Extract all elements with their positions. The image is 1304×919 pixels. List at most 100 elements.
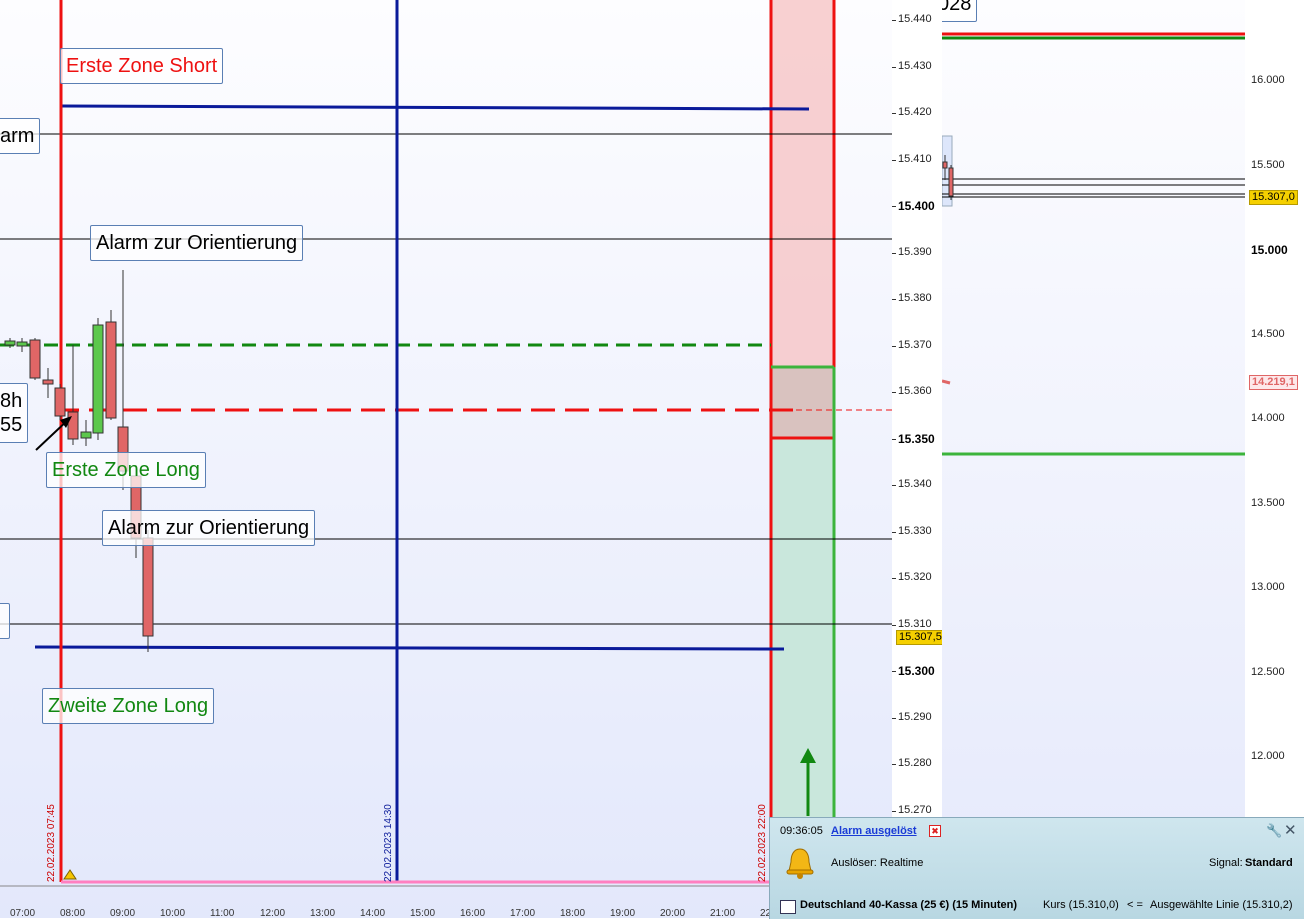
price-axis-tick-mark [892, 717, 896, 719]
secondary-axis-tick: 14.500 [1251, 327, 1285, 340]
popup-time: 09:36:05 [780, 825, 823, 837]
candle [105, 321, 117, 419]
popup-selected-line: Ausgewählte Linie (15.310,2) [1150, 899, 1293, 911]
candle [29, 339, 41, 379]
time-axis-tick: 09:00 [110, 908, 136, 918]
label-partial-55: 55 [0, 414, 23, 436]
popup-operator: < = [1127, 899, 1143, 911]
price-axis-tick: 15.340 [898, 478, 932, 490]
price-axis-tick: 15.280 [898, 757, 932, 769]
time-axis-tick: 20:00 [660, 908, 686, 918]
price-axis-tick: 15.390 [898, 245, 932, 258]
vertical-label-1430: 22.02.2023 14:30 [383, 804, 394, 882]
price-axis-tick-mark [892, 810, 896, 812]
price-axis-secondary[interactable]: 16.000 15.500 15.000 14.500 14.000 13.500 13.0… [1245, 0, 1304, 918]
vertical-label-2200: 22.02.2023 22:00 [757, 804, 768, 882]
price-axis-tick: 15.350 [898, 431, 935, 446]
price-axis-tick-mark [892, 20, 896, 21]
time-axis-tick: 10:00 [160, 908, 186, 918]
candle [16, 341, 28, 347]
time-axis-tick: 14:00 [360, 908, 386, 918]
time-axis-tick: 13:00 [310, 908, 336, 918]
price-axis-tick-mark [892, 485, 896, 486]
time-axis-tick: 15:00 [410, 908, 436, 918]
price-axis-tick: 15.310 [898, 617, 932, 630]
label-erste-zone-short[interactable]: Erste Zone Short [60, 48, 224, 84]
bell-icon [786, 848, 814, 879]
label-alarm-orientierung-1[interactable]: Alarm zur Orientierung [90, 225, 304, 261]
secondary-axis-tick: 15.000 [1251, 243, 1288, 257]
bell-marker-icon[interactable] [63, 869, 77, 880]
time-axis-tick: 17:00 [510, 908, 536, 918]
candle [54, 387, 66, 417]
overlap-zone-rect[interactable] [771, 367, 834, 439]
price-axis-tick: 15.410 [898, 152, 932, 165]
time-axis-tick: 12:00 [260, 908, 286, 918]
instrument-chart-icon [780, 900, 796, 914]
mini-candle [942, 161, 948, 169]
blue-bottom-trendline[interactable] [34, 645, 785, 651]
price-axis-tick: 15.270 [898, 803, 932, 816]
label-partial-8h: 8h [0, 390, 23, 412]
time-axis-tick: 21:00 [710, 908, 736, 918]
close-icon[interactable]: ✕ [1284, 821, 1297, 839]
price-axis-main[interactable]: 15.440 15.430 15.420 15.410 15.400 15.390 15.3… [892, 0, 942, 918]
price-axis-tick: 15.360 [898, 385, 932, 397]
popup-signal-label: Signal: [1209, 857, 1243, 869]
price-axis-tick: 15.320 [898, 571, 932, 583]
secondary-axis-tick: 13.500 [1251, 496, 1285, 509]
secondary-axis-tick: 12.000 [1251, 750, 1285, 762]
secondary-axis-tick: 12.500 [1251, 665, 1285, 678]
blue-top-trendline[interactable] [61, 104, 810, 111]
price-axis-tick: 15.420 [898, 106, 932, 118]
price-axis-tick-mark [892, 624, 896, 626]
popup-instrument: Deutschland 40-Kassa (25 €) (15 Minuten) [800, 899, 1018, 911]
price-axis-tick-mark [892, 438, 896, 440]
time-axis-tick: 07:00 [10, 908, 36, 918]
price-axis-tick: 15.370 [898, 338, 932, 351]
secondary-alert-tag: 14.219,1 [1249, 375, 1298, 390]
price-axis-tick-mark [892, 578, 896, 579]
secondary-axis-tick: 16.000 [1251, 74, 1285, 86]
price-axis-tick: 15.330 [898, 524, 932, 537]
candle [67, 411, 79, 440]
popup-dismiss-icon[interactable]: ✖ [929, 825, 941, 837]
time-axis-tick: 08:00 [60, 908, 86, 918]
price-axis-tick-mark [892, 66, 896, 68]
label-partial-box-2[interactable] [0, 603, 10, 639]
long-zone-rect[interactable] [771, 439, 834, 879]
price-axis-tick-mark [892, 159, 896, 161]
price-axis-tick: 15.290 [898, 710, 932, 723]
price-axis-tick-mark [892, 531, 896, 533]
mini-partial-label[interactable]: 028 [942, 0, 978, 22]
popup-title-link[interactable]: Alarm ausgelöst [831, 825, 917, 837]
label-partial-box[interactable]: 8h 55 [0, 383, 29, 443]
wrench-icon[interactable]: 🔧 [1266, 823, 1282, 839]
secondary-chart-canvas[interactable] [942, 0, 1245, 918]
mini-candle [948, 167, 954, 197]
price-axis-tick: 15.380 [898, 292, 932, 304]
label-alarm-orientierung-2[interactable]: Alarm zur Orientierung [102, 510, 316, 546]
secondary-chart-panel[interactable]: 028 [942, 0, 1245, 918]
label-zweite-zone-long[interactable]: Zweite Zone Long [42, 688, 215, 724]
secondary-axis-tick: 14.000 [1251, 412, 1285, 424]
label-erste-zone-long[interactable]: Erste Zone Long [46, 452, 206, 488]
price-axis-tick: 15.430 [898, 59, 932, 72]
price-axis-tick-mark [892, 671, 896, 672]
price-axis-tick-mark [892, 392, 896, 393]
time-axis-tick: 18:00 [560, 908, 586, 918]
alert-popup[interactable]: 09:36:05 Alarm ausgelöst ✖ 🔧 ✕ Auslöser:… [769, 817, 1304, 919]
label-alarm-partial[interactable]: arm [0, 118, 41, 154]
time-axis-tick: 11:00 [210, 908, 235, 918]
time-axis-tick: 19:00 [610, 908, 636, 918]
candle [4, 340, 16, 346]
popup-kurs: Kurs (15.310,0) [1043, 899, 1119, 911]
vertical-label-0745: 22.02.2023 07:45 [46, 804, 57, 882]
mini-red-mark [942, 379, 951, 385]
short-zone-rect[interactable] [771, 0, 834, 367]
popup-signal-value: Standard [1245, 857, 1293, 869]
price-axis-tick: 15.300 [898, 664, 935, 678]
price-axis-tick-mark [892, 206, 896, 207]
main-chart-panel[interactable]: Erste Zone Short arm Alarm zur Orientier… [0, 0, 892, 918]
price-axis-tick-mark [892, 764, 896, 765]
